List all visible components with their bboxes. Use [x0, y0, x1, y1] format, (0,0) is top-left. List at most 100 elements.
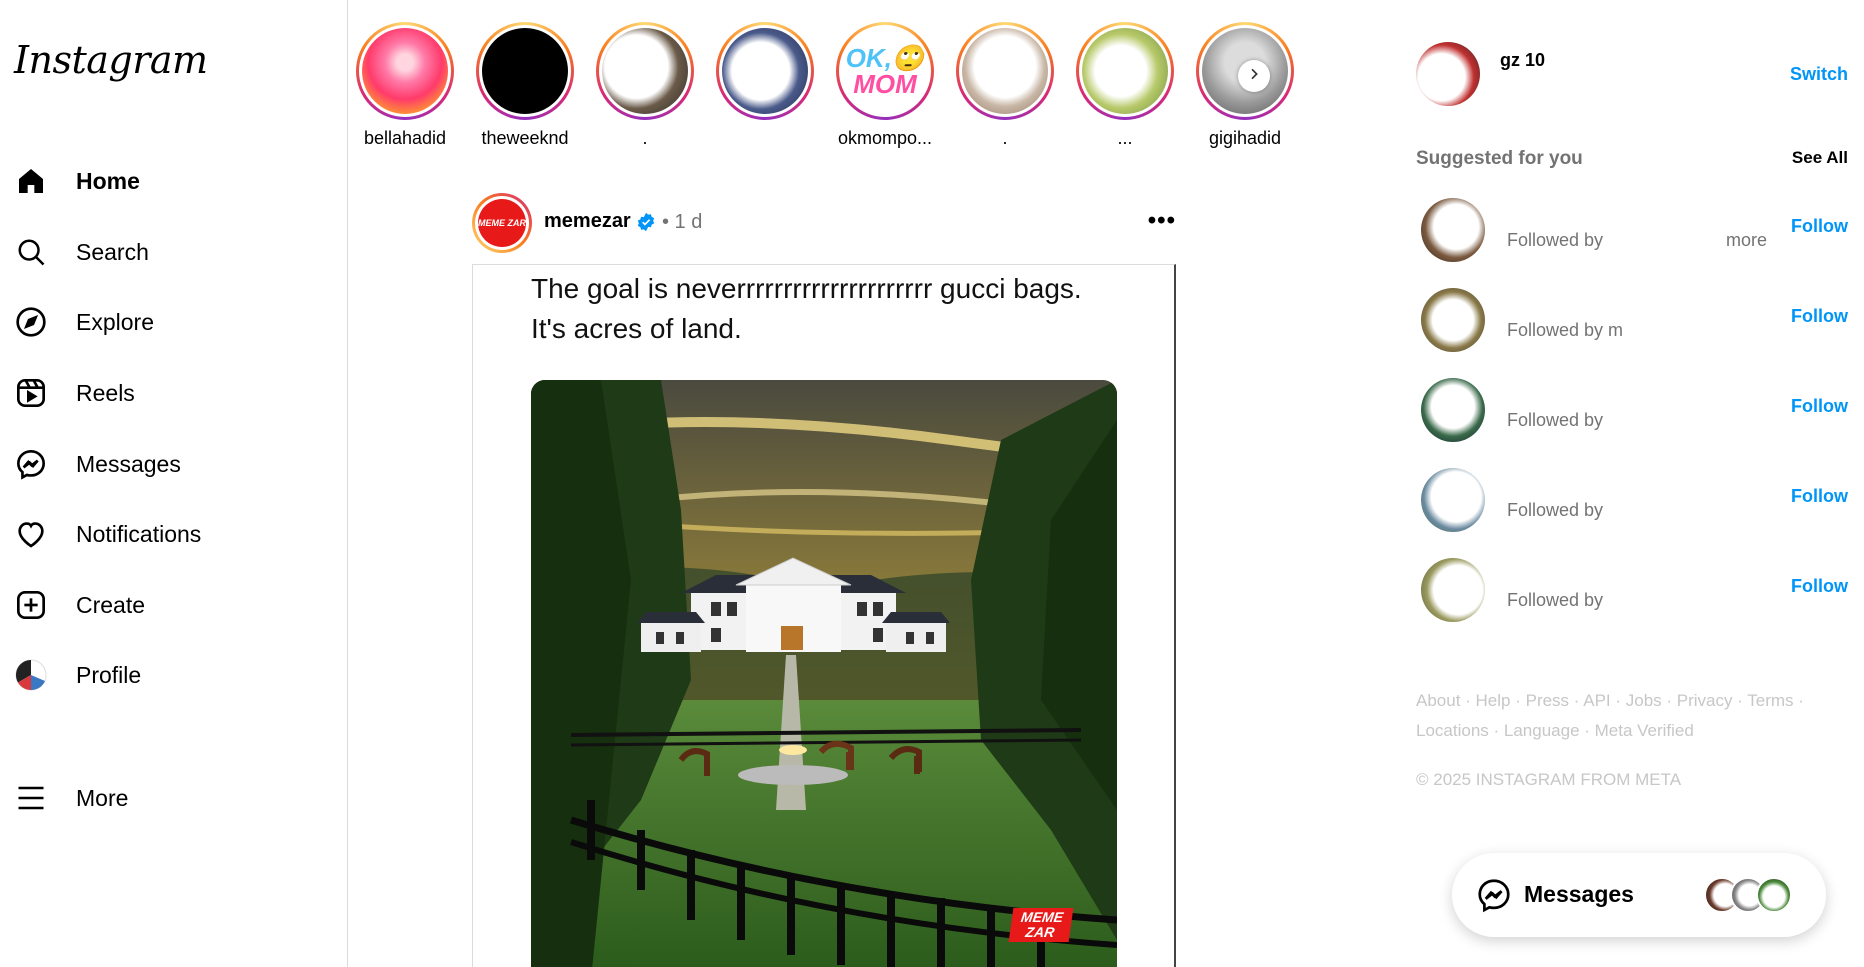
- nav-create-label: Create: [76, 591, 146, 618]
- suggestion-subtitle: Followed by: [1507, 410, 1604, 430]
- suggested-header: Suggested for you See All: [1416, 148, 1848, 174]
- see-all-link[interactable]: See All: [1792, 148, 1848, 168]
- suggestion-item: Followed by more Follow: [1416, 194, 1848, 266]
- meme-caption-line-1: The goal is neverrrrrrrrrrrrrrrrrrrrr gu…: [531, 273, 1082, 304]
- post-timestamp: • 1 d: [662, 211, 703, 233]
- stories-next-button[interactable]: [1238, 60, 1270, 92]
- chevron-right-icon: [1246, 66, 1262, 87]
- current-account: gz 10 Switch: [1416, 38, 1848, 110]
- meme-caption: The goal is neverrrrrrrrrrrrrrrrrrrrr gu…: [531, 269, 1151, 349]
- follow-button[interactable]: Follow: [1791, 216, 1848, 237]
- story-username: .: [642, 128, 648, 148]
- story-item[interactable]: [710, 22, 820, 128]
- post-media[interactable]: The goal is neverrrrrrrrrrrrrrrrrrrrr gu…: [472, 264, 1176, 967]
- nav-reels[interactable]: Reels: [14, 365, 334, 421]
- post-author-avatar[interactable]: MEME ZAR: [472, 193, 532, 253]
- nav-more[interactable]: More: [14, 770, 334, 826]
- story-username: bellahadid: [363, 128, 447, 148]
- nav-notifications[interactable]: Notifications: [14, 506, 334, 562]
- compass-icon: [14, 305, 48, 339]
- footer-links-line-1[interactable]: About · Help · Press · API · Jobs · Priv…: [1416, 686, 1846, 716]
- story-item[interactable]: ...: [1070, 22, 1180, 149]
- hamburger-icon: [14, 781, 48, 815]
- messages-drawer-button[interactable]: Messages: [1452, 853, 1826, 937]
- nav-search-label: Search: [76, 238, 149, 265]
- suggestion-subtitle: Followed by: [1507, 230, 1604, 250]
- search-icon: [14, 235, 48, 269]
- suggestion-avatar[interactable]: [1421, 288, 1485, 352]
- story-username: okmompo...: [837, 128, 933, 148]
- plus-square-icon: [14, 588, 48, 622]
- meme-watermark: MEME ZAR: [1008, 908, 1074, 942]
- instagram-logo[interactable]: Instagram: [14, 38, 208, 82]
- nav-create[interactable]: Create: [14, 577, 334, 633]
- copyright-text: © 2025 INSTAGRAM FROM META: [1416, 770, 1682, 789]
- messenger-icon: [14, 447, 48, 481]
- suggestion-item: Followed by Follow: [1416, 464, 1848, 536]
- mansion-photo: MEME ZAR: [531, 380, 1117, 967]
- nav-notifications-label: Notifications: [76, 520, 202, 547]
- story-avatar: [482, 28, 568, 114]
- suggestion-subtitle-extra: more: [1726, 230, 1768, 250]
- left-sidebar: Instagram Home Search Explore Reels Mess…: [0, 0, 348, 967]
- footer-links[interactable]: About · Help · Press · API · Jobs · Priv…: [1416, 686, 1846, 746]
- follow-button[interactable]: Follow: [1791, 396, 1848, 417]
- suggestion-item: Followed by Follow: [1416, 374, 1848, 446]
- suggestion-avatar[interactable]: [1421, 378, 1485, 442]
- follow-button[interactable]: Follow: [1791, 306, 1848, 327]
- story-username: theweeknd: [481, 128, 569, 148]
- current-account-avatar[interactable]: [1416, 42, 1480, 106]
- messages-pill-label: Messages: [1524, 881, 1634, 907]
- home-icon: [14, 164, 48, 198]
- post-options-button[interactable]: •••: [1148, 207, 1176, 235]
- story-avatar: [362, 28, 448, 114]
- story-username: ...: [1117, 128, 1133, 148]
- suggestion-avatar[interactable]: [1421, 468, 1485, 532]
- suggestion-item: Followed by Follow: [1416, 554, 1848, 626]
- story-item[interactable]: OK,🙄 MOM okmompo...: [830, 22, 940, 149]
- story-username: .: [1002, 128, 1008, 148]
- nav-home[interactable]: Home: [14, 153, 334, 209]
- nav-profile-label: Profile: [76, 661, 142, 688]
- story-avatar: [602, 28, 688, 114]
- switch-account-link[interactable]: Switch: [1790, 64, 1848, 85]
- nav-messages-label: Messages: [76, 450, 181, 477]
- story-item[interactable]: bellahadid: [350, 22, 460, 149]
- story-item[interactable]: .: [590, 22, 700, 149]
- nav-explore-label: Explore: [76, 308, 154, 335]
- post-header: MEME ZAR memezar • 1 d •••: [472, 193, 1176, 253]
- nav-explore[interactable]: Explore: [14, 294, 334, 350]
- nav-more-label: More: [76, 784, 129, 811]
- suggestion-subtitle: Followed by m: [1507, 320, 1624, 340]
- verified-badge-icon: [636, 212, 656, 237]
- story-avatar: OK,🙄 MOM: [842, 28, 928, 114]
- suggestion-item: Followed by m Follow: [1416, 284, 1848, 356]
- profile-avatar: [14, 658, 48, 692]
- nav-search[interactable]: Search: [14, 224, 334, 280]
- heart-icon: [14, 517, 48, 551]
- suggestion-subtitle: Followed by: [1507, 500, 1604, 520]
- story-avatar: [962, 28, 1048, 114]
- story-avatar: [1082, 28, 1168, 114]
- story-item[interactable]: .: [950, 22, 1060, 149]
- follow-button[interactable]: Follow: [1791, 576, 1848, 597]
- footer-links-line-2[interactable]: Locations · Language · Meta Verified: [1416, 716, 1846, 746]
- nav-profile[interactable]: Profile: [14, 647, 334, 703]
- story-username: gigihadid: [1208, 128, 1282, 148]
- meme-caption-line-2: It's acres of land.: [531, 313, 742, 344]
- nav-home-label: Home: [76, 167, 140, 194]
- suggestion-avatar[interactable]: [1421, 198, 1485, 262]
- message-avatar: [1756, 877, 1792, 913]
- post-username[interactable]: memezar: [544, 210, 631, 233]
- story-item[interactable]: theweeknd: [470, 22, 580, 149]
- follow-button[interactable]: Follow: [1791, 486, 1848, 507]
- reels-icon: [14, 376, 48, 410]
- suggestion-subtitle: Followed by: [1507, 590, 1604, 610]
- memezar-logo: MEME ZAR: [478, 199, 526, 247]
- story-avatar: [722, 28, 808, 114]
- messenger-icon: [1476, 877, 1512, 918]
- current-account-username[interactable]: gz 10: [1500, 50, 1545, 71]
- suggestion-avatar[interactable]: [1421, 558, 1485, 622]
- nav-reels-label: Reels: [76, 379, 135, 406]
- nav-messages[interactable]: Messages: [14, 436, 334, 492]
